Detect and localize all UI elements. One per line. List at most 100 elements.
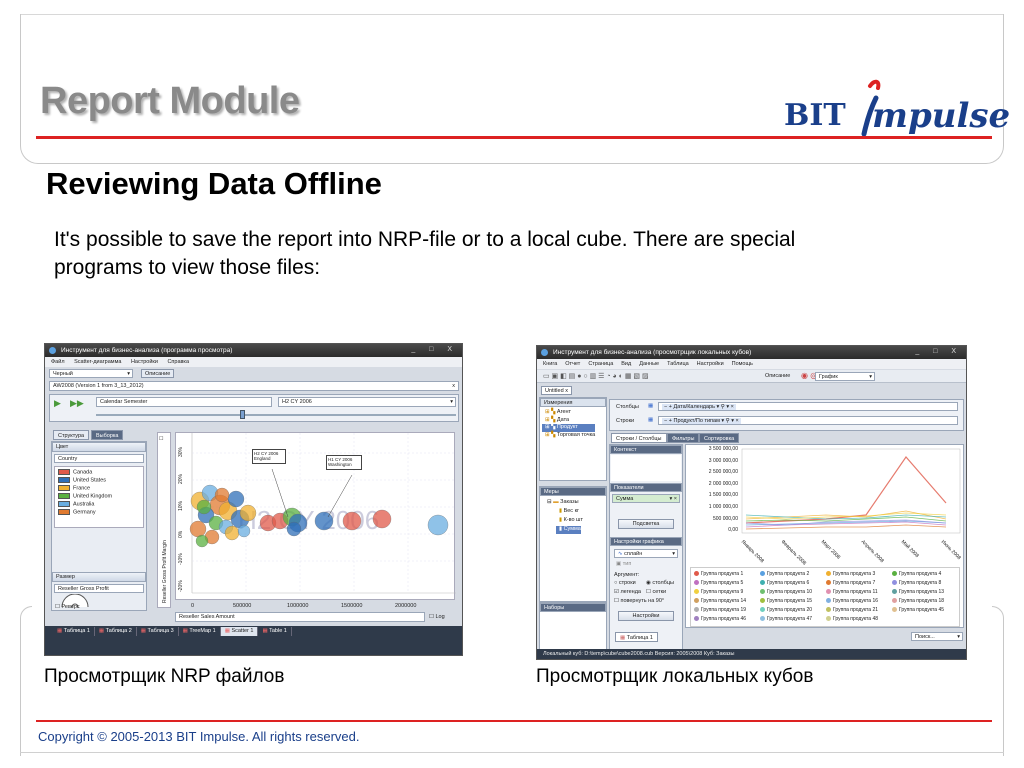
- grid-checkbox[interactable]: ☐ сетки: [646, 589, 666, 595]
- chart-settings-button[interactable]: Настройки: [618, 611, 674, 621]
- tab-rows-columns[interactable]: Строки / Столбцы: [611, 433, 667, 443]
- report-tab-0[interactable]: ▦ Таблица 1: [53, 627, 95, 636]
- tab-structure[interactable]: Структура: [53, 430, 90, 440]
- tab-selection[interactable]: Выборка: [91, 430, 124, 440]
- legend-item: Группа продукта 20: [760, 607, 812, 613]
- report-tab-3[interactable]: ▦ TreeMap 1: [179, 627, 221, 636]
- menu-item[interactable]: Данные: [639, 361, 659, 367]
- tab-filters[interactable]: Фильтры: [667, 433, 700, 443]
- rows-chip[interactable]: − + Продукт/По типам ▾ ⚲ ▾ ×: [662, 418, 741, 424]
- report-tab-5[interactable]: ▦ Table 1: [258, 627, 292, 636]
- time-field-select[interactable]: Calendar Semester: [96, 397, 272, 407]
- scatter-bubble[interactable]: [227, 490, 245, 508]
- search-input[interactable]: Поиск... ▾: [911, 632, 963, 641]
- scatter-bubble[interactable]: [189, 520, 207, 538]
- measure-item[interactable]: ▮ Вес кг: [556, 508, 579, 516]
- scatter-bubble[interactable]: [314, 511, 334, 531]
- menu-item[interactable]: Помощь: [732, 361, 753, 367]
- scatter-bubble[interactable]: [224, 525, 240, 541]
- description-tab[interactable]: Описание: [141, 369, 175, 378]
- scatter-bubble[interactable]: [342, 511, 362, 531]
- report-tab[interactable]: AW2008 (Version 1 from 3_13_2012) x: [49, 381, 459, 391]
- window-controls[interactable]: _ □ X: [915, 348, 962, 355]
- country-legend-item[interactable]: Australia: [55, 501, 94, 509]
- scatter-bubble[interactable]: [237, 524, 251, 538]
- country-legend-item[interactable]: France: [55, 485, 90, 493]
- size-field[interactable]: Reseller Gross Profit: [54, 584, 144, 593]
- highlight-button[interactable]: Подсветка: [618, 519, 674, 529]
- menu-item[interactable]: Страница: [588, 361, 613, 367]
- measure-item[interactable]: ▮ К-во шт: [556, 517, 583, 525]
- scatter-bubble[interactable]: [195, 534, 209, 548]
- scatter-bubble[interactable]: [427, 514, 449, 536]
- report-tab-2[interactable]: ▦ Таблица 3: [137, 627, 179, 636]
- close-icon[interactable]: x: [565, 388, 568, 394]
- menu-item[interactable]: Таблица: [667, 361, 689, 367]
- scatter-bubble[interactable]: [239, 504, 257, 522]
- legend-label: Группа продукта 15: [767, 598, 813, 604]
- measure-chip-controls[interactable]: ▾ ×: [669, 496, 677, 502]
- menu-file[interactable]: Файл: [51, 359, 65, 365]
- close-icon[interactable]: x: [452, 383, 455, 389]
- toolbar-icons[interactable]: ▭ ▣ ◧ ▤ ● ○ ▥ ☰ ◔ ◕ ◐ ▦ ▧ ▨: [543, 372, 649, 380]
- country-legend-item[interactable]: Germany: [55, 509, 96, 517]
- play-forward-icon[interactable]: ▶▶: [70, 398, 84, 409]
- doc-tab[interactable]: Untitled x: [541, 386, 572, 395]
- chart-type-select[interactable]: График ▾: [815, 372, 875, 381]
- log-y-checkbox[interactable]: ☐: [159, 436, 163, 442]
- menu-item[interactable]: Вид: [621, 361, 631, 367]
- legend-checkbox[interactable]: ☑ легенда: [614, 589, 641, 595]
- rows-field[interactable]: − + Продукт/По типам ▾ ⚲ ▾ ×: [658, 416, 958, 425]
- argument-rows-radio[interactable]: ○ строки: [614, 580, 636, 586]
- scatter-bubble[interactable]: [214, 487, 230, 503]
- rotate-checkbox[interactable]: ☐ повернуть на 90°: [614, 598, 664, 604]
- country-legend-item[interactable]: United States: [55, 477, 106, 485]
- log-x-checkbox[interactable]: ☐ Log: [429, 614, 445, 620]
- menu-item[interactable]: Книга: [543, 361, 557, 367]
- argument-columns-radio[interactable]: ◉ столбцы: [646, 580, 674, 586]
- scatter-bubble[interactable]: [372, 509, 392, 529]
- orders-node[interactable]: ⊟ ▬ Заказы: [544, 499, 579, 507]
- measure-chip[interactable]: Сумма ▾ ×: [612, 494, 680, 503]
- scatter-bubble[interactable]: [286, 521, 302, 537]
- reverse-label: Реверс: [61, 604, 80, 610]
- dimension-item[interactable]: ⊞ ▚ Продукт: [542, 424, 596, 432]
- time-slider-handle[interactable]: [240, 410, 245, 419]
- legend-label: Группа продукта 16: [833, 598, 879, 604]
- report-tab-1[interactable]: ▦ Таблица 2: [95, 627, 137, 636]
- type-field[interactable]: ▣ тип: [616, 561, 631, 567]
- x-axis-field[interactable]: Reseller Sales Amount: [175, 612, 425, 622]
- chart-style-select[interactable]: ∿ сплайн ▾: [614, 549, 678, 558]
- color-field[interactable]: Country: [54, 454, 144, 463]
- dimension-item[interactable]: ⊞ ▚ Агент: [542, 409, 595, 417]
- log-x-label: Log: [435, 614, 445, 620]
- report-tab-4[interactable]: ▦ Scatter 1: [220, 627, 259, 636]
- window-controls[interactable]: _ □ X: [411, 346, 458, 353]
- time-slider-track[interactable]: [96, 414, 456, 416]
- slide-title: Report Module: [40, 80, 300, 122]
- menu-scatter[interactable]: Scatter-диаграмма: [74, 359, 121, 365]
- menu-item[interactable]: Отчет: [565, 361, 580, 367]
- dimension-item[interactable]: ⊞ ▚ Дата: [542, 417, 595, 425]
- menu-item[interactable]: Настройки: [697, 361, 724, 367]
- columns-field[interactable]: − + Дата/Календарь ▾ ⚲ ▾ ×: [658, 402, 958, 411]
- toolbar-description-button[interactable]: Описание: [765, 373, 790, 379]
- sheet-tab[interactable]: ▦ Таблица 1: [615, 632, 658, 642]
- columns-label: Столбцы: [616, 404, 639, 410]
- columns-chip[interactable]: − + Дата/Календарь ▾ ⚲ ▾ ×: [662, 404, 736, 410]
- measures-panel-header: Меры: [540, 487, 606, 496]
- menu-help[interactable]: Справка: [167, 359, 189, 365]
- style-select[interactable]: Черный ▾: [49, 369, 133, 378]
- play-icon[interactable]: ▶: [54, 398, 61, 409]
- measure-item-selected[interactable]: ▮ Сумма: [556, 526, 581, 534]
- tab-sorting[interactable]: Сортировка: [699, 433, 740, 443]
- reverse-checkbox[interactable]: ☐ Реверс: [55, 604, 80, 610]
- structure-panel: Цвет Country Canada United States France Un…: [51, 441, 147, 611]
- country-legend-item[interactable]: Canada: [55, 469, 92, 477]
- y-axis-field[interactable]: Reseller Gross Profit Margin: [157, 432, 171, 608]
- time-value-select[interactable]: H2 CY 2006 ▾: [278, 397, 456, 407]
- menu-settings[interactable]: Настройки: [131, 359, 158, 365]
- country-legend-item[interactable]: United Kingdom: [55, 493, 112, 501]
- dimension-item[interactable]: ⊞ ▚ Торговая точка: [542, 432, 595, 440]
- scatter-bubble[interactable]: [196, 499, 212, 515]
